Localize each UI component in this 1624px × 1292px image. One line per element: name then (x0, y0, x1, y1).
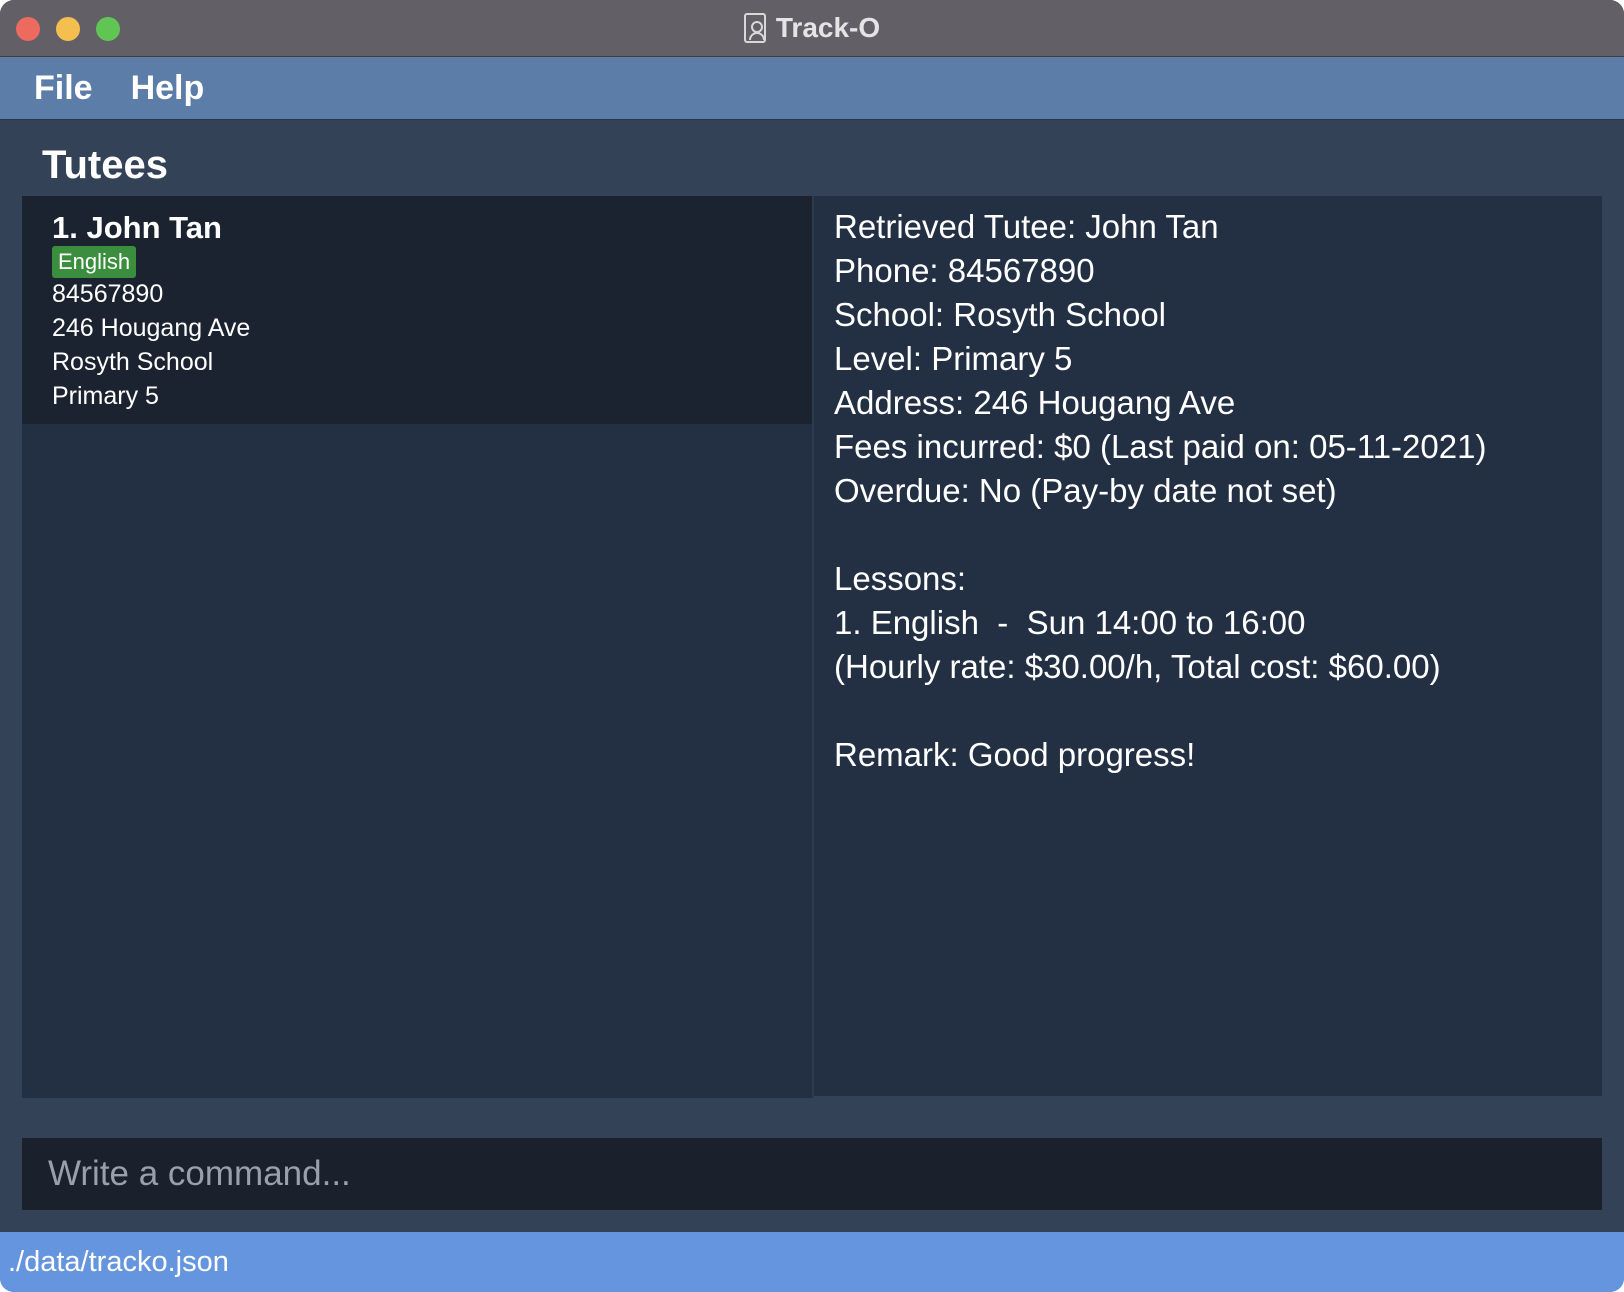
status-bar: ./data/tracko.json (0, 1232, 1624, 1292)
tutee-school: Rosyth School (52, 348, 214, 376)
menu-help[interactable]: Help (131, 69, 205, 108)
result-display-panel[interactable]: Retrieved Tutee: John Tan Phone: 8456789… (814, 196, 1602, 1096)
result-line-school: School: Rosyth School (834, 296, 1167, 333)
window-title: Track-O (775, 12, 881, 43)
result-line-level: Level: Primary 5 (834, 340, 1073, 377)
result-line-lesson-rate: (Hourly rate: $30.00/h, Total cost: $60.… (834, 648, 1441, 685)
result-line-phone: Phone: 84567890 (834, 252, 1095, 289)
tutees-heading: Tutees (42, 143, 168, 187)
tutee-name: 1. John Tan (52, 210, 222, 245)
tutee-card[interactable]: 1. John Tan English 84567890 246 Hougang… (22, 196, 812, 424)
menu-bar: File Help (0, 57, 1624, 120)
tutee-phone: 84567890 (52, 280, 164, 308)
window-title-group: Track-O (0, 0, 1624, 56)
result-line-fees: Fees incurred: $0 (Last paid on: 05-11-2… (834, 428, 1487, 465)
result-line-remark: Remark: Good progress! (834, 736, 1196, 773)
result-line-overdue: Overdue: No (Pay-by date not set) (834, 472, 1337, 509)
menu-file[interactable]: File (34, 69, 93, 108)
tutee-list-panel[interactable]: 1. John Tan English 84567890 246 Hougang… (22, 196, 812, 1098)
subject-tag: English (52, 246, 137, 278)
app-window: Track-O File Help Tutees 1. John Tan Eng… (0, 0, 1624, 1292)
address-book-icon (743, 13, 766, 43)
title-bar: Track-O (0, 0, 1624, 57)
tutee-level: Primary 5 (52, 382, 159, 410)
command-box[interactable] (22, 1138, 1602, 1210)
result-line-retrieved: Retrieved Tutee: John Tan (834, 208, 1219, 245)
result-line-lessons-heading: Lessons: (834, 560, 967, 597)
data-file-path: ./data/tracko.json (8, 1245, 229, 1278)
result-line-lesson-1: 1. English - Sun 14:00 to 16:00 (834, 604, 1306, 641)
command-input[interactable] (46, 1153, 1602, 1195)
result-line-address: Address: 246 Hougang Ave (834, 384, 1236, 421)
tutee-address: 246 Hougang Ave (52, 314, 251, 342)
